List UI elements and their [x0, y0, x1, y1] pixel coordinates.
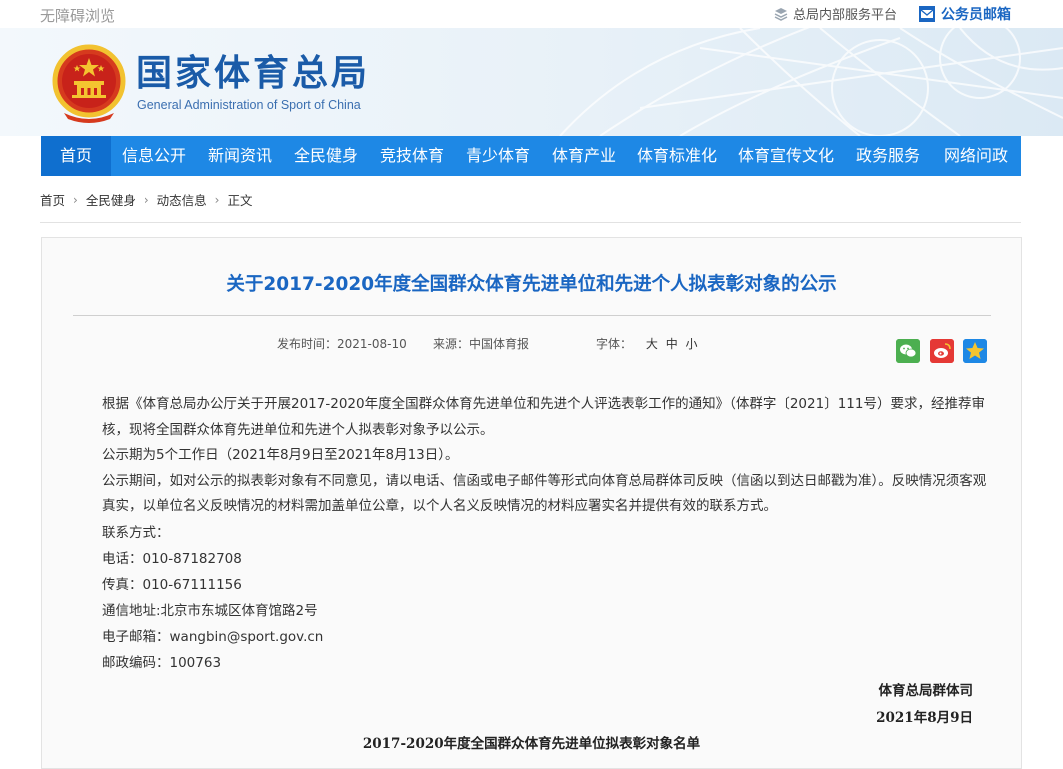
qzone-icon[interactable] [963, 339, 987, 363]
nav-item-publicity-culture[interactable]: 体育宣传文化 [727, 136, 845, 176]
contact-fax: 传真：010-67111156 [102, 576, 242, 593]
nav-item-national-fitness[interactable]: 全民健身 [283, 136, 369, 176]
signature-date: 2021年8月9日 [876, 710, 973, 726]
main-nav: 首页 信息公开 新闻资讯 全民健身 竞技体育 青少体育 体育产业 体育标准化 体… [41, 136, 1021, 176]
breadcrumb-separator: › [73, 192, 78, 207]
breadcrumb-current: 正文 [227, 193, 253, 208]
article-title: 关于2017-2020年度全国群众体育先进单位和先进个人拟表彰对象的公示 [226, 274, 837, 295]
signature-org: 体育总局群体司 [878, 683, 974, 699]
font-size-large[interactable]: 大 [646, 337, 658, 351]
nav-item-home[interactable]: 首页 [41, 136, 111, 176]
accessibility-link[interactable]: 无障碍浏览 [40, 5, 115, 26]
internal-platform-label: 总局内部服务平台 [793, 8, 898, 23]
paragraph-1: 根据《体育总局办公厅关于开展2017-2020年度全国群众体育先进单位和先进个人… [102, 396, 985, 438]
top-bar: 无障碍浏览 总局内部服务平台 公务员邮箱 [0, 0, 1063, 28]
wechat-icon[interactable] [896, 339, 920, 363]
contact-heading: 联系方式： [102, 524, 170, 541]
site-header: 国家体育总局 General Administration of Sport o… [0, 28, 1063, 136]
article-source: 来源：中国体育报 [433, 335, 529, 352]
nav-item-standardization[interactable]: 体育标准化 [627, 136, 727, 176]
breadcrumb: 首页 › 全民健身 › 动态信息 › 正文 [40, 190, 253, 209]
nav-item-competitive-sports[interactable]: 竞技体育 [369, 136, 455, 176]
site-title: 国家体育总局 [136, 53, 371, 94]
internal-platform-link[interactable]: 总局内部服务平台 [774, 4, 897, 23]
nav-item-info-disclosure[interactable]: 信息公开 [111, 136, 197, 176]
article-paragraph: 根据《体育总局办公厅关于开展2017-2020年度全国群众体育先进单位和先进个人… [102, 392, 992, 443]
breadcrumb-divider [40, 222, 1021, 223]
breadcrumb-separator: › [143, 192, 149, 207]
font-size-small[interactable]: 小 [686, 337, 698, 351]
staff-mail-link[interactable]: 公务员邮箱 [918, 4, 1011, 24]
national-emblem-icon [52, 44, 126, 123]
breadcrumb-national-fitness[interactable]: 全民健身 [86, 190, 136, 209]
font-size-switcher: 字体： 大 中 小 [596, 335, 698, 352]
article-paragraph: 公示期为5个工作日（2021年8月9日至2021年8月13日）。 [102, 447, 459, 463]
publish-date-label: 发布时间： [277, 337, 338, 351]
source-label: 来源： [433, 337, 470, 351]
article-paragraph: 公示期间，如对公示的拟表彰对象有不同意见，请以电话、信函或电子邮件等形式向体育总… [102, 472, 987, 515]
nav-item-online-inquiry[interactable]: 网络问政 [931, 136, 1021, 176]
staff-mail-label: 公务员邮箱 [941, 7, 1011, 23]
publish-date-value: 2021-08-10 [337, 337, 407, 351]
title-divider [73, 315, 991, 316]
article-panel: 关于2017-2020年度全国群众体育先进单位和先进个人拟表彰对象的公示 发布时… [41, 237, 1022, 769]
nav-item-government-services[interactable]: 政务服务 [845, 136, 931, 176]
nav-item-sports-industry[interactable]: 体育产业 [541, 136, 627, 176]
layers-icon [774, 7, 788, 21]
contact-phone: 电话：010-87182708 [102, 550, 242, 567]
source-value: 中国体育报 [469, 337, 530, 351]
list-title: 2017-2020年度全国群众体育先进单位拟表彰对象名单 [362, 736, 701, 752]
font-size-medium[interactable]: 中 [666, 337, 678, 351]
nav-item-news[interactable]: 新闻资讯 [197, 136, 283, 176]
site-subtitle: General Administration of Sport of China [137, 98, 361, 112]
weibo-icon[interactable] [930, 339, 954, 363]
breadcrumb-news-updates[interactable]: 动态信息 [157, 190, 207, 209]
publish-date: 发布时间：2021-08-10 [277, 335, 407, 352]
breadcrumb-separator: › [214, 192, 220, 207]
breadcrumb-home[interactable]: 首页 [40, 190, 65, 209]
contact-address: 通信地址:北京市东城区体育馆路2号 [102, 602, 318, 619]
contact-email: 电子邮箱：wangbin@sport.gov.cn [102, 628, 324, 645]
mail-icon [919, 6, 935, 22]
article-body: 根据《体育总局办公厅关于开展2017-2020年度全国群众体育先进单位和先进个人… [102, 392, 992, 676]
nav-item-youth-sports[interactable]: 青少体育 [455, 136, 541, 176]
font-size-label: 字体： [596, 337, 633, 351]
contact-postcode: 邮政编码：100763 [102, 654, 222, 671]
